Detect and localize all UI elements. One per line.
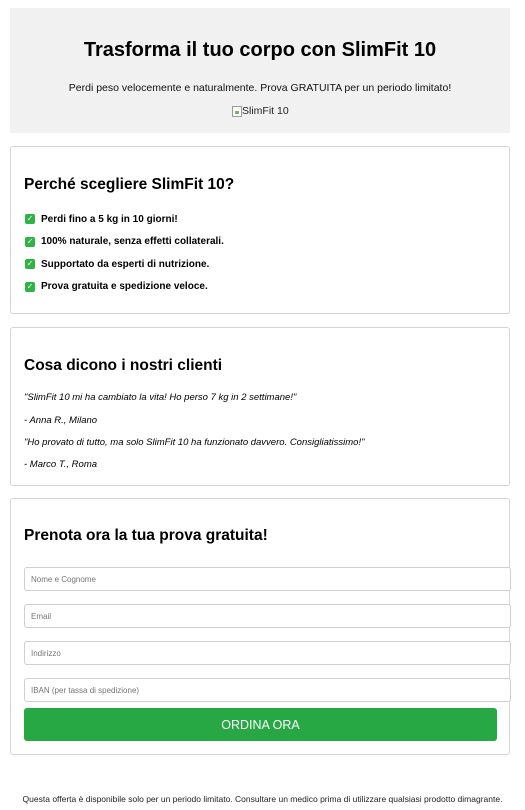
check-icon: ✓ [25,281,35,292]
address-field[interactable] [24,641,511,665]
features-card: Perché scegliere SlimFit 10? ✓ Perdi fin… [10,146,510,314]
testimonial-quote: "SlimFit 10 mi ha cambiato la vita! Ho p… [24,392,297,403]
check-icon: ✓ [25,236,35,247]
feature-item: ✓ Perdi fino a 5 kg in 10 giorni! [25,208,224,231]
iban-field[interactable] [24,678,511,702]
testimonials-heading: Cosa dicono i nostri clienti [24,357,223,374]
product-image-alt: SlimFit 10 [242,105,289,117]
check-icon: ✓ [25,214,35,225]
feature-text: Perdi fino a 5 kg in 10 giorni! [41,213,178,225]
order-form-card: Prenota ora la tua prova gratuita! ORDIN… [10,498,511,755]
testimonials-card: Cosa dicono i nostri clienti "SlimFit 10… [10,327,510,486]
feature-item: ✓ 100% naturale, senza effetti collatera… [25,231,224,254]
testimonial-author: - Marco T., Roma [24,459,98,470]
feature-item: ✓ Prova gratuita e spedizione veloce. [25,276,224,299]
feature-text: Supportato da esperti di nutrizione. [41,258,210,270]
feature-list: ✓ Perdi fino a 5 kg in 10 giorni! ✓ 100%… [25,208,224,298]
testimonial-quote: "Ho provato di tutto, ma solo SlimFit 10… [24,437,365,448]
disclaimer-footer: Questa offerta è disponibile solo per un… [22,794,503,804]
hero-subtitle: Perdi peso velocemente e naturalmente. P… [68,82,452,94]
feature-text: Prova gratuita e spedizione veloce. [41,281,208,293]
feature-item: ✓ Supportato da esperti di nutrizione. [25,253,224,276]
testimonial-author: - Anna R., Milano [24,415,98,426]
page-title: Trasforma il tuo corpo con SlimFit 10 [83,39,437,61]
broken-image-icon [232,105,242,117]
feature-text: 100% naturale, senza effetti collaterali… [41,236,224,248]
product-image: SlimFit 10 [232,105,289,117]
name-field[interactable] [24,567,511,591]
hero-banner: Trasforma il tuo corpo con SlimFit 10 Pe… [10,8,510,133]
order-now-button[interactable]: ORDINA ORA [24,708,497,741]
order-heading: Prenota ora la tua prova gratuita! [24,527,268,544]
features-heading: Perché scegliere SlimFit 10? [24,176,235,193]
check-icon: ✓ [25,259,35,270]
email-field[interactable] [24,604,511,628]
